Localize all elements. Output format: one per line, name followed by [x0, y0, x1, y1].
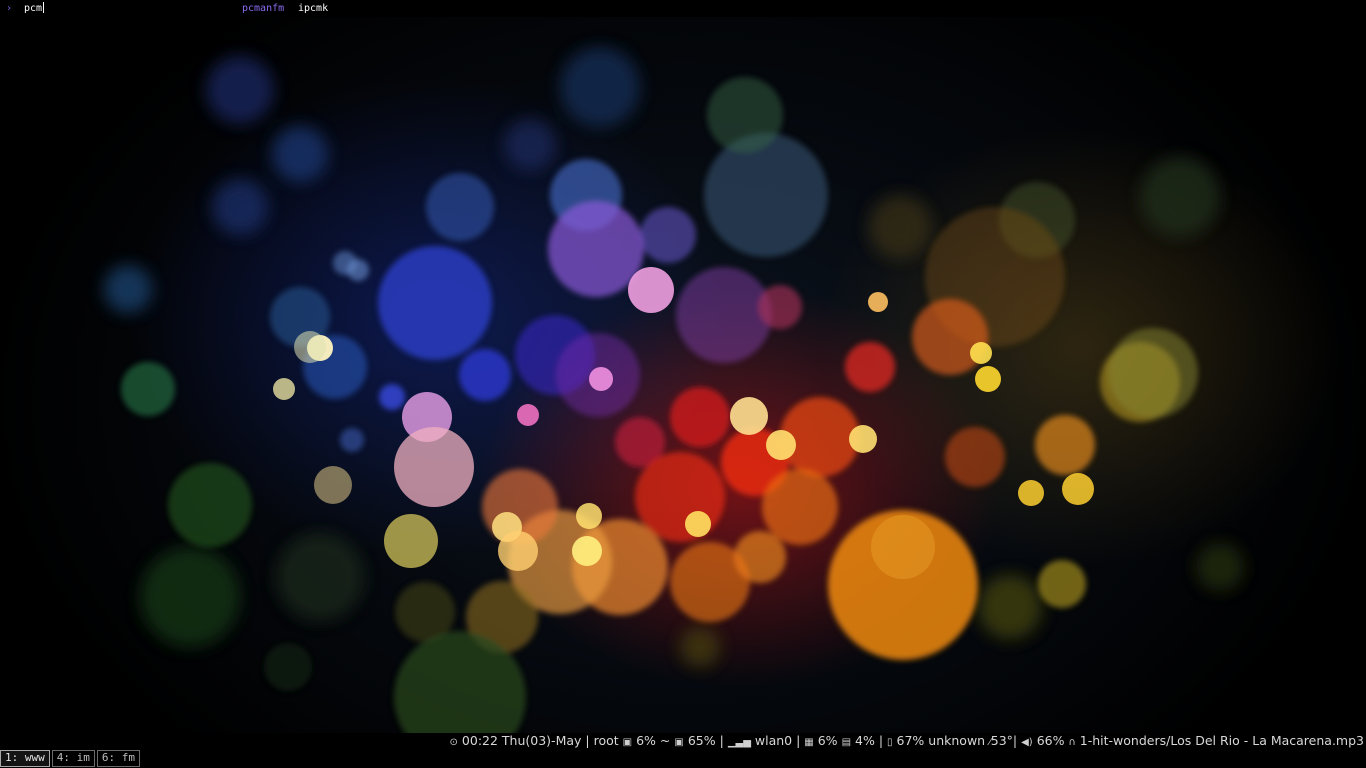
speaker-icon: ◀) — [1021, 737, 1033, 748]
bokeh-wallpaper-image — [104, 47, 1244, 733]
home-label: ~ — [659, 733, 671, 748]
network-interface: wlan0 — [754, 733, 793, 748]
disk-home-usage: 65% — [687, 733, 716, 748]
separator: | — [585, 733, 590, 748]
memory-icon: ▤ — [841, 737, 852, 748]
cpu-usage: 6% — [817, 733, 838, 748]
separator: | — [1012, 733, 1018, 748]
prompt-arrow-icon: › — [6, 3, 13, 14]
workspace-tab-fm[interactable]: 6: fm — [96, 750, 140, 767]
signal-icon: ▁▃▅ — [727, 737, 751, 748]
workspace-switcher: 1: www 4: im 6: fm — [0, 750, 140, 768]
workspace-tab-im[interactable]: 4: im — [51, 750, 95, 767]
battery-icon: ▯ — [887, 737, 893, 748]
workspace-tab-www[interactable]: 1: www — [0, 750, 50, 767]
disk-icon: ▣ — [674, 737, 684, 748]
launcher-match-ipcmk[interactable]: ipcmk — [298, 0, 328, 17]
clock-text: 00:22 Thu(03)-May — [461, 733, 582, 748]
volume-level: 66% — [1036, 733, 1065, 748]
launcher-input[interactable]: pcm — [24, 0, 45, 17]
wallpaper — [0, 17, 1366, 733]
battery-status: 67% unknown — [896, 733, 986, 748]
cpu-icon: ▦ — [804, 737, 814, 748]
temperature: 53° — [990, 733, 1013, 748]
launcher-match-pcmanfm[interactable]: pcmanfm — [242, 0, 284, 17]
now-playing-track: 1-hit-wonders/Los Del Rio - La Macarena.… — [1079, 733, 1364, 748]
status-line: ⊙ 00:22 Thu(03)-May | root ▣ 6% ~ ▣ 65% … — [450, 733, 1364, 749]
text-cursor — [43, 2, 45, 13]
launcher-query-text: pcm — [24, 3, 43, 14]
root-label: root — [593, 733, 619, 748]
separator: | — [878, 733, 884, 748]
disk-icon: ▣ — [622, 737, 633, 748]
headphones-icon: ∩ — [1068, 737, 1076, 748]
separator: | — [796, 733, 801, 748]
disk-root-usage: 6% — [636, 733, 656, 748]
status-bar: ⊙ 00:22 Thu(03)-May | root ▣ 6% ~ ▣ 65% … — [0, 733, 1366, 768]
clock-icon: ⊙ — [449, 737, 458, 748]
separator: | — [719, 733, 724, 748]
app-launcher[interactable]: › pcm pcmanfm ipcmk — [0, 0, 1366, 17]
memory-usage: 4% — [855, 733, 875, 748]
desktop: › pcm pcmanfm ipcmk ⊙ 00:22 Thu(03)-May … — [0, 0, 1366, 768]
